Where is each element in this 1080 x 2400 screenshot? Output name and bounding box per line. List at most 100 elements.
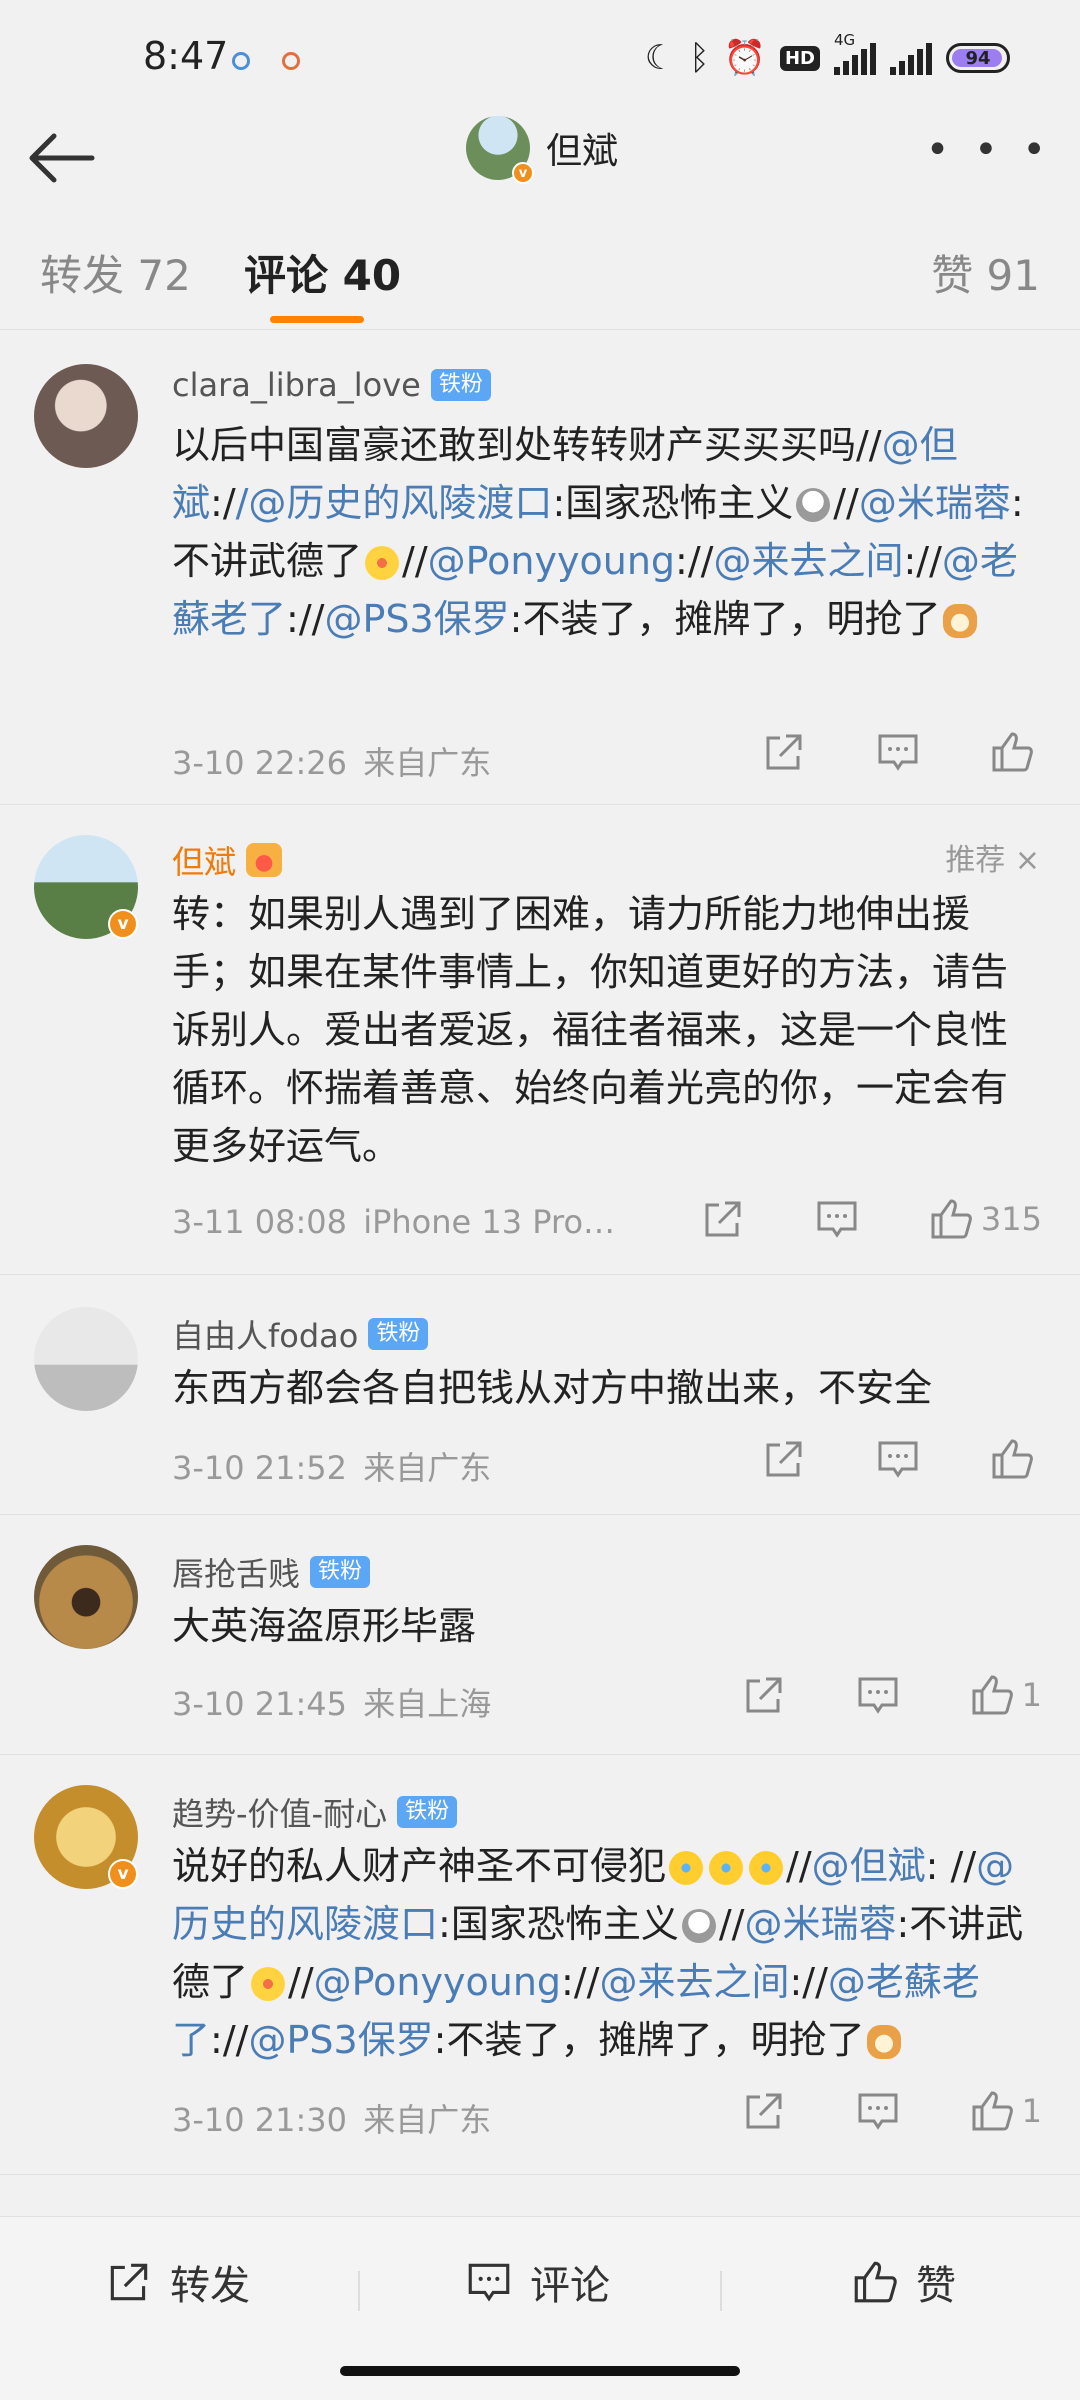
recommend-label[interactable]: 推荐 ×: [945, 835, 1040, 879]
like-count: 315: [980, 1200, 1042, 1238]
username-text[interactable]: clara_libra_love: [172, 366, 421, 404]
mention-link[interactable]: @Ponyyoung: [428, 539, 675, 583]
like-label: 赞: [916, 2263, 956, 2309]
mention-link[interactable]: @但斌: [812, 1844, 926, 1888]
comment-meta: 3-10 22:26 来自广东: [172, 738, 491, 784]
comment-source: 来自广东: [363, 1449, 492, 1487]
comment-content: 大英海盗原形毕露: [172, 1597, 1042, 1655]
user-avatar[interactable]: v: [34, 1785, 138, 1889]
share-button[interactable]: [699, 1195, 747, 1243]
status-time: 8:47: [143, 34, 229, 78]
user-avatar[interactable]: [34, 1307, 138, 1411]
comment-text: 转：如果别人遇到了困难，请力所能力地伸出援手；如果在某件事情上，你知道更好的方法…: [172, 892, 1009, 1168]
like-count: 1: [1021, 2092, 1042, 2130]
mention-link[interactable]: @米瑞蓉: [744, 1902, 896, 1946]
verified-icon: v: [108, 909, 138, 939]
tab-like[interactable]: 赞 91: [931, 242, 1040, 303]
comment-content: 说好的私人财产神圣不可侵犯//@但斌: //@历史的风陵渡口:国家恐怖主义//@…: [172, 1837, 1042, 2069]
user-avatar[interactable]: v: [34, 835, 138, 939]
verified-icon: v: [108, 1859, 138, 1889]
like-bottom-button[interactable]: 赞: [850, 2253, 956, 2311]
back-arrow-icon[interactable]: [24, 128, 96, 188]
comment-item: 唇抢舌贱 铁粉 大英海盗原形毕露 3-10 21:45 来自上海 1: [0, 1515, 1080, 1755]
bluetooth-icon: ᛒ: [689, 38, 710, 78]
comment-text: 东西方都会各自把钱从对方中撤出来，不安全: [172, 1366, 933, 1410]
verified-icon: v: [512, 162, 534, 184]
comment-text: //: [718, 1902, 745, 1946]
like-button[interactable]: 1: [968, 1671, 1042, 1719]
mention-link[interactable]: @PS3保罗: [248, 2018, 433, 2062]
like-button[interactable]: 315: [927, 1195, 1042, 1243]
like-button[interactable]: [988, 728, 1042, 776]
comment-username[interactable]: 唇抢舌贱 铁粉: [172, 1549, 371, 1595]
reply-button[interactable]: [813, 1195, 861, 1243]
comment-username[interactable]: clara_libra_love 铁粉: [172, 366, 491, 404]
comment-time: 3-10 21:30: [172, 2101, 348, 2139]
fan-badge: 铁粉: [397, 1796, 458, 1828]
mention-link[interactable]: @米瑞蓉: [859, 481, 1011, 525]
user-avatar[interactable]: [34, 364, 138, 468]
reply-button[interactable]: [854, 2087, 902, 2135]
comment-username[interactable]: 趋势-价值-耐心 铁粉: [172, 1789, 458, 1835]
comment-username[interactable]: 但斌: [172, 837, 283, 883]
thumbs-up-icon: [972, 2091, 1013, 2131]
like-button[interactable]: 1: [968, 2087, 1042, 2135]
username-text[interactable]: 但斌: [172, 837, 236, 883]
repost-button[interactable]: 转发: [104, 2253, 250, 2311]
signal-icon: 4G: [834, 31, 876, 75]
username-text[interactable]: 趋势-价值-耐心: [172, 1789, 387, 1835]
thumbs-up-icon: [854, 2261, 897, 2303]
home-indicator[interactable]: [340, 2366, 740, 2376]
comment-actions: 315: [633, 1195, 1042, 1243]
user-avatar[interactable]: [34, 1545, 138, 1649]
skull-emoji-icon: [796, 488, 831, 522]
header-avatar[interactable]: v: [466, 116, 534, 184]
comment-source: 来自广东: [363, 2101, 492, 2139]
comment-item: v 但斌 推荐 × 转：如果别人遇到了困难，请力所能力地伸出援手；如果在某件事情…: [0, 805, 1080, 1275]
comment-icon: [468, 2263, 510, 2302]
comment-button[interactable]: 评论: [464, 2253, 610, 2311]
mention-link[interactable]: @Ponyyoung: [314, 1960, 561, 2004]
laugh-emoji-icon: [669, 1851, 704, 1885]
page-title[interactable]: 但斌: [546, 122, 618, 174]
mention-link[interactable]: @PS3保罗: [324, 597, 509, 641]
mention-link[interactable]: @来去之间: [599, 1960, 789, 2004]
tab-repost[interactable]: 转发 72: [40, 242, 191, 303]
username-text[interactable]: 自由人fodao: [172, 1311, 358, 1357]
crown-icon: [246, 843, 283, 877]
comment-label: 评论: [530, 2263, 610, 2309]
divider: [720, 2271, 722, 2311]
share-button[interactable]: [760, 728, 808, 776]
comment-meta: 3-10 21:45 来自上海: [172, 1679, 491, 1725]
notification-icon: [232, 52, 250, 70]
doge-emoji-icon: [943, 604, 978, 638]
share-button[interactable]: [760, 1435, 808, 1483]
comment-text: 说好的私人财产神圣不可侵犯: [172, 1844, 667, 1888]
comment-item: 自由人fodao 铁粉 东西方都会各自把钱从对方中撤出来，不安全 3-10 21…: [0, 1275, 1080, 1515]
mention-link[interactable]: @来去之间: [713, 539, 903, 583]
skull-emoji-icon: [681, 1909, 716, 1943]
repost-label: 转发: [170, 2263, 250, 2309]
comment-text: :不装了，摊牌了，明抢了: [433, 2018, 865, 2062]
comment-meta: 3-10 21:52 来自广东: [172, 1443, 491, 1489]
like-count: 1: [1021, 1676, 1042, 1714]
comment-username[interactable]: 自由人fodao 铁粉: [172, 1311, 429, 1357]
active-tab-indicator: [270, 316, 364, 323]
like-button[interactable]: [988, 1435, 1042, 1483]
comment-source: 来自上海: [363, 1685, 492, 1723]
comment-text: :国家恐怖主义: [552, 481, 794, 525]
share-button[interactable]: [740, 2087, 788, 2135]
username-text[interactable]: 唇抢舌贱: [172, 1549, 300, 1595]
reply-button[interactable]: [874, 728, 922, 776]
reply-button[interactable]: [874, 1435, 922, 1483]
comment-icon: [858, 2093, 898, 2130]
tab-bar: 转发 72 评论 40 赞 91: [0, 210, 1080, 330]
mention-link[interactable]: /@历史的风陵渡口: [236, 481, 553, 525]
fan-badge: 铁粉: [430, 369, 491, 401]
more-options-icon[interactable]: • • •: [926, 130, 1052, 170]
fan-badge: 铁粉: [310, 1556, 371, 1588]
share-button[interactable]: [740, 1671, 788, 1719]
tab-comment[interactable]: 评论 40: [244, 242, 401, 303]
reply-button[interactable]: [854, 1671, 902, 1719]
thumbs-up-icon: [972, 1675, 1013, 1715]
